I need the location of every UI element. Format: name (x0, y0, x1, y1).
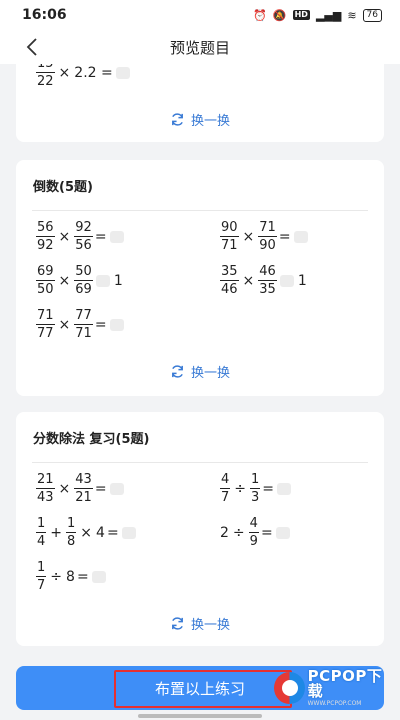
refresh-icon (172, 365, 183, 378)
question-expr: 90 71 × 71 90 = (219, 220, 308, 253)
card-title: 倒数(5题) (33, 180, 93, 195)
answer-blank (275, 526, 290, 539)
question-expr: 35 46 × 46 35 1 (220, 264, 307, 297)
hd-badge: HD (292, 10, 310, 20)
question-expr: 21 43 × 43 21 = (35, 472, 124, 505)
answer-blank (277, 482, 292, 495)
chevron-left-icon (26, 38, 37, 56)
question-list[interactable]: 1522 × 2.2 = 换一换 倒数(5题) 5692 × 9256 = 90… (0, 64, 400, 656)
answer-blank (109, 230, 124, 243)
answer-blank (121, 526, 136, 539)
answer-blank (91, 570, 106, 583)
question-card: 倒数(5题) 56 92 × 92 56 = 90 71 × 71 90 = 69 50 … (16, 160, 384, 396)
wifi-icon: ≋ (347, 8, 357, 22)
question-card: 1522 × 2.2 = 换一换 (16, 64, 384, 142)
back-button[interactable] (18, 33, 46, 61)
alarm-icon: ⏰ (253, 8, 267, 22)
watermark-logo: PCPOP下载 WWW.PCPOP.COM (274, 666, 394, 710)
card-title: 分数除法 复习(5题) (33, 432, 150, 447)
question-expr: 69 50 × 50 69 1 (36, 264, 123, 297)
fraction: 1522 (36, 64, 55, 89)
swap-button[interactable]: 换一换 (16, 110, 384, 129)
answer-blank (279, 274, 294, 287)
question-expr: 2 ÷ 49 = (219, 516, 290, 549)
status-icons: ⏰ 🔕 HD ▂▄▆ ≋ 76 (253, 8, 382, 22)
answer-blank (95, 274, 110, 287)
answer-blank (293, 230, 308, 243)
question-expr: 56 92 × 92 56 = (35, 220, 124, 253)
battery-icon: 76 (362, 8, 382, 22)
refresh-icon (172, 617, 183, 630)
status-time: 16:06 (22, 7, 67, 23)
answer-blank (115, 66, 130, 79)
question-card: 分数除法 复习(5题) 21 43 × 43 21 = 47 ÷ 13 = 14 +… (16, 412, 384, 646)
question-expr: 71 77 × 77 71 = (35, 308, 124, 341)
swap-button[interactable]: 换一换 (16, 362, 384, 381)
logo-icon (274, 672, 305, 704)
divider (32, 210, 368, 211)
question-expr: 1522 × 2.2 = (35, 64, 130, 89)
refresh-icon (172, 113, 183, 126)
answer-blank (109, 482, 124, 495)
answer-blank (109, 318, 124, 331)
status-bar: 16:06 ⏰ 🔕 HD ▂▄▆ ≋ 76 (0, 0, 400, 30)
question-expr: 17 ÷ 8 = (35, 560, 106, 593)
mute-icon: 🔕 (272, 8, 287, 22)
question-expr: 14 + 18 × 4 = (35, 516, 136, 549)
divider (32, 462, 368, 463)
question-expr: 47 ÷ 13 = (219, 472, 292, 505)
nav-bar: 预览题目 (0, 30, 400, 64)
home-indicator[interactable] (138, 714, 262, 718)
page-title: 预览题目 (169, 38, 230, 57)
signal-icon: ▂▄▆ (315, 8, 342, 22)
swap-button[interactable]: 换一换 (16, 614, 384, 633)
assign-practice-label: 布置以上练习 (154, 679, 245, 698)
